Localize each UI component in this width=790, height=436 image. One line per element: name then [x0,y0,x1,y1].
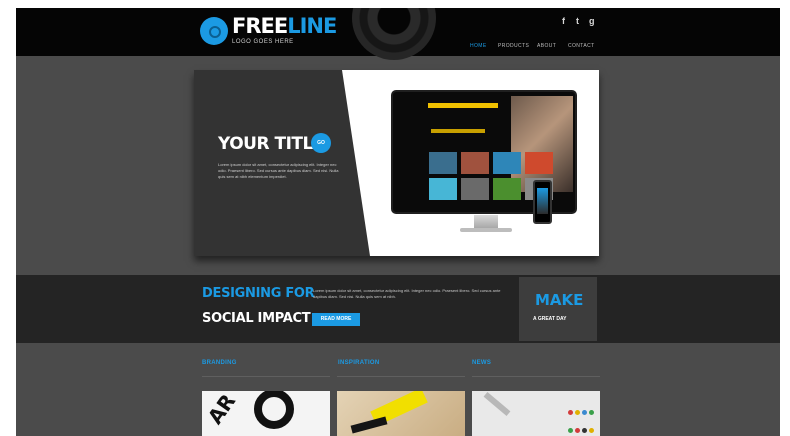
branding-art-swirl [254,391,294,429]
screen-thumb [429,152,457,174]
screen-thumb [525,152,553,174]
hero-go-button[interactable]: GO [311,133,331,153]
screen-header-bar [428,103,498,108]
nav-home[interactable]: HOME [470,43,487,49]
inspiration-image[interactable] [337,391,465,436]
facebook-icon[interactable]: f [562,16,565,26]
top-bar: FREELINE LOGO GOES HERE f t g HOME PRODU… [16,8,780,60]
read-more-button[interactable]: READ MORE [312,313,360,326]
screen-thumb [461,178,489,200]
make-title: MAKE [535,291,584,309]
nav-about[interactable]: ABOUT [537,43,556,49]
inspiration-art-shape [350,416,388,434]
monitor-stand [474,215,498,229]
monitor-foot [460,228,512,232]
brand-logo[interactable]: FREELINE [232,14,337,38]
design-copy: Lorem ipsum dolor sit amet, consectetur … [313,288,501,299]
nav-products[interactable]: PRODUCTS [498,43,529,49]
column-divider [337,376,465,377]
screen-thumb [493,152,521,174]
column-title-news[interactable]: NEWS [472,360,491,366]
column-title-branding[interactable]: BRANDING [202,360,237,366]
make-subtitle: A GREAT DAY [533,316,567,322]
logo-icon[interactable] [200,17,228,45]
twitter-icon[interactable]: t [576,16,579,26]
phone-screen [537,188,548,214]
news-image[interactable] [472,391,600,436]
design-heading-line-1: DESIGNING FOR [202,286,315,301]
screen-thumb [461,152,489,174]
design-band [16,275,780,343]
brand-tagline: LOGO GOES HERE [232,39,294,45]
googleplus-icon[interactable]: g [589,16,595,26]
screen-thumb [493,178,521,200]
hero-title: YOUR TITLE [218,134,324,154]
news-art-dots [567,403,597,433]
hero-banner: YOUR TITLE GO Lorem ipsum dolor sit amet… [194,70,599,256]
screen-text-line [431,129,485,133]
hero-copy: Lorem ipsum dolor sit amet, consectetur … [218,162,339,179]
phone-image [533,180,552,224]
column-divider [202,376,330,377]
brand-part-1: FREE [232,14,288,38]
make-box[interactable]: MAKE A GREAT DAY [519,277,597,341]
brand-part-2: LINE [287,14,337,38]
news-art-beam [483,392,511,416]
column-divider [472,376,600,377]
branding-art-letters: AR [202,391,241,429]
nav-contact[interactable]: CONTACT [568,43,595,49]
column-title-inspiration[interactable]: INSPIRATION [338,360,380,366]
speaker-graphic [352,8,436,60]
screen-thumb [429,178,457,200]
branding-image[interactable]: AR [202,391,330,436]
page: FREELINE LOGO GOES HERE f t g HOME PRODU… [16,8,780,436]
design-heading-line-2: SOCIAL IMPACT [202,311,311,326]
